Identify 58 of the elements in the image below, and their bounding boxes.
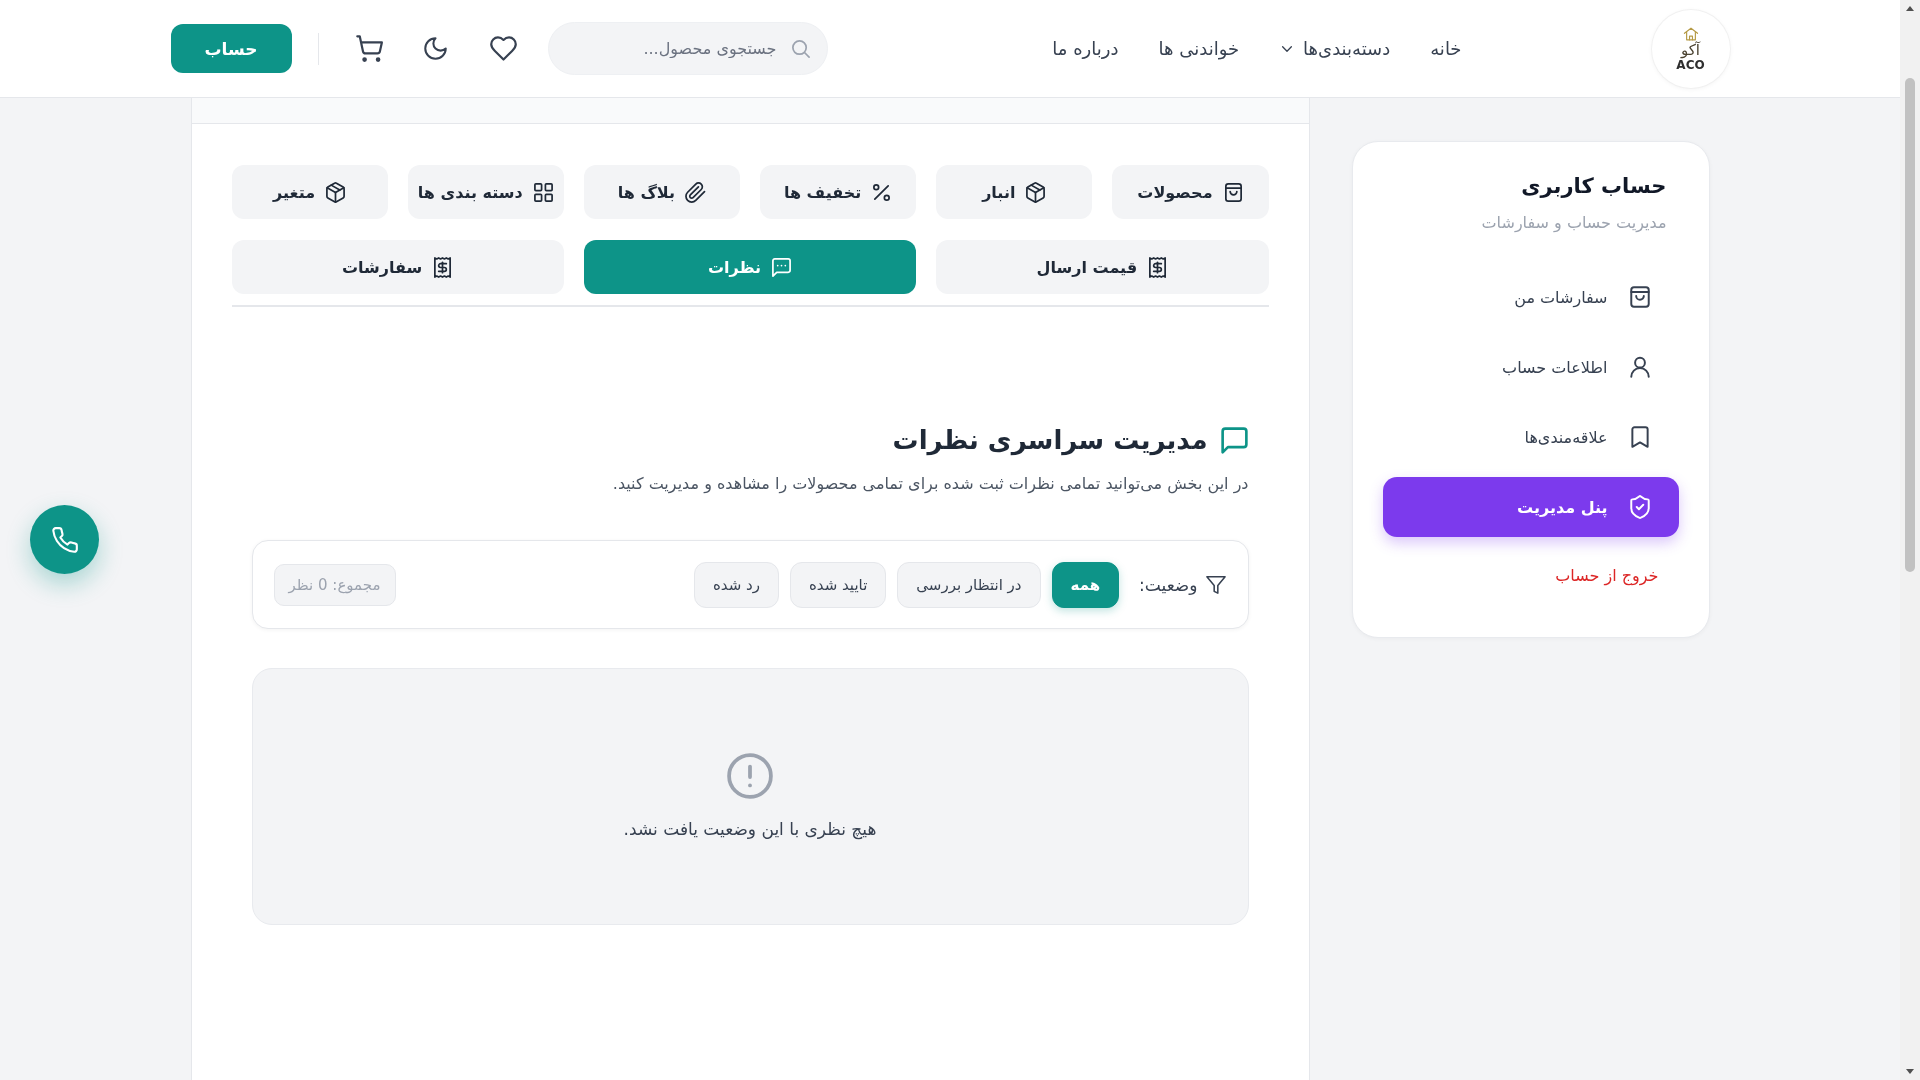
empty-message: هیچ نظری با این وضعیت یافت نشد. (623, 817, 877, 841)
logout-link[interactable]: خروج از حساب (1555, 564, 1659, 588)
admin-tab[interactable]: انبار (936, 165, 1093, 219)
paperclip-icon (685, 181, 707, 203)
admin-tab[interactable]: قیمت ارسال (936, 240, 1269, 294)
house-logo-icon (1682, 25, 1699, 42)
logo-text: ACO (1676, 58, 1705, 72)
admin-tab[interactable]: سفارشات (231, 240, 564, 294)
admin-tab[interactable]: تخفیف ها (760, 165, 917, 219)
filter-label: وضعیت: (1139, 574, 1198, 595)
logo-text: آکو (1680, 41, 1701, 59)
alert-circle-icon (727, 752, 773, 799)
nav-link[interactable]: درباره ما (1052, 38, 1119, 59)
sidebar-item[interactable]: اطلاعات حساب (1382, 337, 1679, 397)
admin-tab[interactable]: دسته بندی ها (407, 165, 564, 219)
filter-icon (1205, 574, 1226, 595)
section-title: مدیریت سراسری نظرات (892, 424, 1208, 457)
moon-icon[interactable] (422, 36, 448, 61)
scroll-down-icon[interactable] (1906, 1069, 1914, 1074)
chat-dots-icon (771, 256, 793, 278)
call-button[interactable] (30, 505, 99, 574)
cube-icon (1025, 181, 1047, 203)
nav-link[interactable]: خانه (1430, 38, 1462, 59)
nav-link[interactable]: خواندنی ها (1158, 38, 1240, 59)
status-filter-option[interactable]: همه (1051, 561, 1120, 608)
shopping-bag-icon (1627, 285, 1652, 309)
nav-link[interactable]: دسته‌بندی‌ها (1279, 38, 1391, 59)
cube-icon (325, 181, 347, 203)
sidebar-title: حساب کاربری (1520, 173, 1668, 200)
sidebar-item[interactable]: علاقه‌مندی‌ها (1382, 407, 1679, 467)
sidebar-item[interactable]: پنل مدیریت (1382, 477, 1679, 537)
percent-icon (871, 181, 893, 203)
heart-icon[interactable] (489, 35, 517, 62)
grid-icon (532, 181, 554, 203)
shield-check-icon (1627, 495, 1652, 519)
admin-tab[interactable]: بلاگ ها (583, 165, 740, 219)
shopping-bag-icon (1222, 181, 1244, 203)
user-icon (1627, 355, 1652, 379)
search-field[interactable]: جستجوی محصول... (547, 22, 828, 75)
chat-bubble-icon (1219, 425, 1249, 455)
phone-icon (51, 526, 78, 553)
account-button[interactable]: حساب (170, 24, 292, 73)
admin-tab[interactable]: محصولات (1112, 165, 1269, 219)
cart-icon[interactable] (355, 35, 383, 62)
scrollbar-thumb[interactable] (1905, 78, 1915, 572)
status-filter-option[interactable]: در انتظار بررسی (897, 561, 1041, 608)
total-count: مجموع: 0 نظر (273, 563, 396, 606)
search-icon (789, 38, 811, 59)
status-filter-option[interactable]: تایید شده (789, 561, 887, 608)
receipt-icon (432, 256, 454, 278)
sidebar-item[interactable]: سفارشات من (1382, 267, 1679, 327)
status-filter-option[interactable]: رد شده (693, 561, 779, 608)
sidebar-subtitle: مدیریت حساب و سفارشات (1480, 212, 1668, 234)
admin-tab[interactable]: نظرات (583, 240, 917, 294)
receipt-icon (1147, 256, 1169, 278)
scroll-up-icon[interactable] (1906, 6, 1914, 11)
admin-tab[interactable]: متغیر (231, 165, 388, 219)
section-description: در این بخش می‌توانید تمامی نظرات ثبت شده برای تمامی محصولات را مشاهده و مدیریت کنید. (611, 473, 1249, 496)
